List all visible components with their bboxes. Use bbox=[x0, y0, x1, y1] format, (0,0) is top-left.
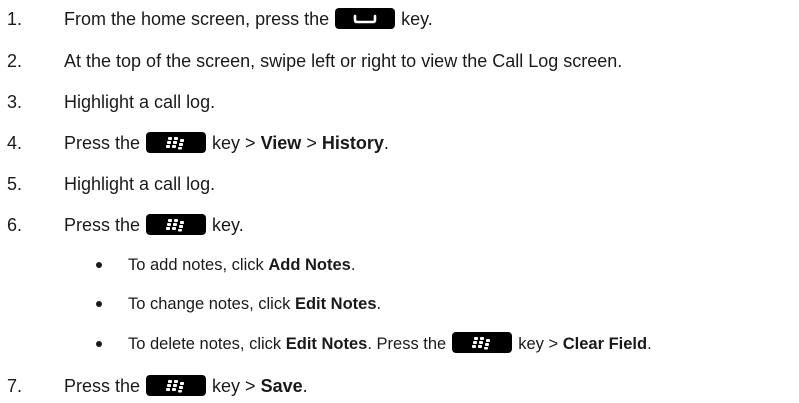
step-number: 3. bbox=[7, 92, 23, 112]
send-key-icon bbox=[335, 7, 396, 29]
step-text-pre: Press the bbox=[64, 376, 141, 396]
sub-item-text-pre: To delete notes, click bbox=[128, 335, 282, 353]
period: . bbox=[647, 335, 652, 353]
sub-item-text-post: key > bbox=[518, 335, 559, 353]
step-text-pre: From the home screen, press the bbox=[64, 9, 330, 29]
step-text: Highlight a call log. bbox=[64, 174, 216, 194]
step-number: 6. bbox=[7, 215, 23, 235]
step-number: 2. bbox=[7, 51, 23, 71]
sub-item-text: To delete notes, click Edit Notes. Press… bbox=[128, 331, 652, 357]
step-text: Press the key > Save. bbox=[64, 373, 308, 399]
step-text-pre: Press the bbox=[64, 133, 141, 153]
bullet-dot bbox=[96, 341, 102, 347]
menu-item-clear-field: Clear Field bbox=[562, 335, 648, 353]
step-number: 4. bbox=[7, 133, 23, 153]
period: . bbox=[376, 295, 382, 313]
step-text-post: key > bbox=[212, 133, 256, 153]
bullet-dot bbox=[96, 262, 102, 268]
step-text-post: key. bbox=[212, 215, 244, 235]
sub-item-text: To add notes, click Add Notes. bbox=[128, 252, 355, 278]
menu-item-edit-notes: Edit Notes bbox=[294, 295, 377, 313]
menu-item-save: Save bbox=[260, 376, 303, 396]
period: . bbox=[383, 133, 389, 153]
separator: > bbox=[306, 133, 317, 153]
step-text: Press the key. bbox=[64, 212, 244, 238]
step-text: Highlight a call log. bbox=[64, 92, 216, 112]
period: . bbox=[350, 256, 356, 274]
step-text-pre: Press the bbox=[64, 215, 141, 235]
menu-item-history: History bbox=[321, 133, 384, 153]
sub-item-text-pre: To add notes, click bbox=[128, 256, 264, 274]
blackberry-menu-key-icon bbox=[146, 213, 207, 235]
step-number: 5. bbox=[7, 174, 23, 194]
blackberry-menu-key-icon bbox=[146, 131, 207, 153]
menu-item-add-notes: Add Notes bbox=[268, 256, 351, 274]
sub-item-text-mid: . Press the bbox=[367, 335, 447, 353]
step-text-post: key > bbox=[212, 376, 256, 396]
step-text: Press the key > View > History. bbox=[64, 130, 389, 156]
sub-item-text-pre: To change notes, click bbox=[128, 295, 291, 313]
period: . bbox=[302, 376, 308, 396]
step-text: From the home screen, press the key. bbox=[64, 6, 433, 32]
blackberry-menu-key-icon bbox=[146, 374, 207, 396]
step-text-post: key. bbox=[401, 9, 433, 29]
menu-item-view: View bbox=[260, 133, 302, 153]
step-number: 7. bbox=[7, 376, 23, 396]
step-number: 1. bbox=[7, 9, 23, 29]
blackberry-menu-key-icon bbox=[452, 332, 513, 354]
menu-item-edit-notes: Edit Notes bbox=[285, 335, 368, 353]
sub-item-text: To change notes, click Edit Notes. bbox=[128, 291, 381, 317]
step-text: At the top of the screen, swipe left or … bbox=[64, 51, 623, 71]
bullet-dot bbox=[96, 301, 102, 307]
